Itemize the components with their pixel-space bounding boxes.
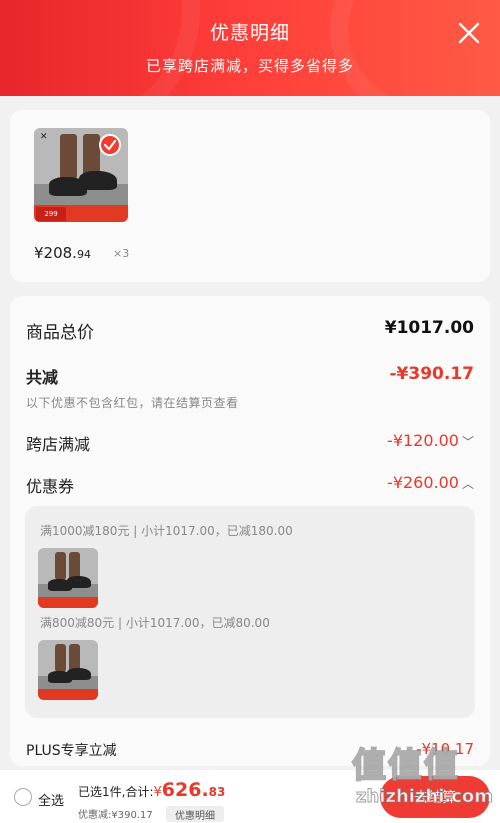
page-title: 优惠明细	[209, 22, 290, 44]
close-icon[interactable]	[458, 22, 480, 44]
cross-store-value: -¥120.00	[387, 431, 459, 450]
select-all-label[interactable]: 全选	[38, 790, 64, 809]
coupon-item-text: 满800减80元 | 小计1017.00，已减80.00	[40, 616, 270, 630]
header: 优惠明细 已享跨店满减，买得多省得多	[0, 0, 500, 96]
watermark-url: zhizhizhi.com	[355, 786, 494, 808]
brand-logo-icon: ✕	[40, 132, 48, 142]
coupon-product-thumbnail	[38, 548, 98, 608]
discount-summary: 优惠减:¥390.17	[78, 810, 153, 821]
page-subtitle: 已享跨店满减，买得多省得多	[145, 57, 354, 75]
coupon-item-text: 满1000减180元 | 小计1017.00，已减180.00	[40, 524, 293, 538]
watermark: 值值值 zhizhizhi.com	[351, 738, 494, 818]
coupon-product-thumbnail	[38, 640, 98, 700]
chevron-down-icon[interactable]: ﹀	[462, 435, 474, 449]
total-value: ¥1017.00	[384, 318, 474, 338]
product-price: ¥208.94	[34, 244, 91, 262]
selected-total: 已选1件,合计:¥626.83	[78, 779, 226, 801]
chevron-up-icon[interactable]: ︿	[462, 477, 474, 491]
header-decoration	[330, 0, 500, 96]
discount-detail-button[interactable]: 优惠明细	[166, 806, 224, 822]
coupon-row[interactable]: -¥260.00 ︿	[387, 473, 474, 492]
coupon-label: 优惠券	[26, 477, 75, 496]
select-all-radio[interactable]	[14, 788, 32, 806]
header-decoration	[0, 0, 200, 96]
discount-note: 以下优惠不包含红包，请在结算页查看	[26, 396, 239, 410]
watermark-logo: 值值值	[351, 745, 460, 787]
discount-label: 共减	[26, 368, 59, 387]
discount-value: -¥390.17	[389, 364, 475, 384]
cross-store-row[interactable]: -¥120.00 ﹀	[387, 431, 474, 450]
total-label: 商品总价	[26, 323, 94, 343]
plus-label: PLUS专享立减	[26, 743, 117, 759]
check-icon[interactable]	[99, 134, 121, 156]
coupon-value: -¥260.00	[387, 473, 459, 492]
thumb-price-tag: 299	[36, 206, 67, 221]
cross-store-label: 跨店满减	[26, 435, 91, 454]
product-quantity: ×3	[113, 247, 130, 260]
